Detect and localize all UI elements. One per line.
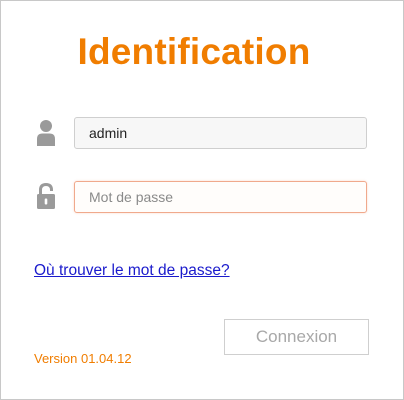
connect-button[interactable]: Connexion xyxy=(224,319,369,355)
version-label: Version 01.04.12 xyxy=(34,351,132,366)
password-field[interactable] xyxy=(74,181,367,213)
login-dialog: Identification Où trouver le mot de pass… xyxy=(0,0,404,400)
page-title: Identification xyxy=(77,31,311,72)
lock-icon xyxy=(35,180,57,212)
username-field[interactable] xyxy=(74,117,367,149)
find-password-link[interactable]: Où trouver le mot de passe? xyxy=(34,262,230,280)
user-icon xyxy=(35,117,57,149)
